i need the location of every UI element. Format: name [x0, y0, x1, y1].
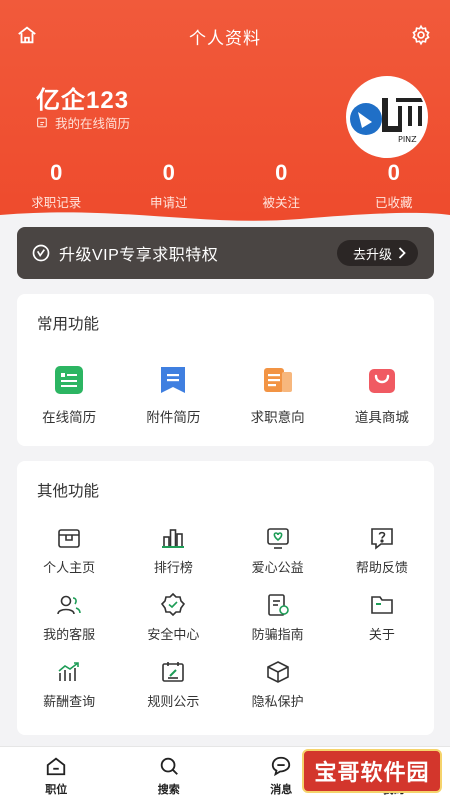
- stat-followed[interactable]: 0 被关注: [225, 160, 338, 211]
- shop-bag-icon: [368, 369, 395, 393]
- home-icon[interactable]: [16, 24, 38, 46]
- guide-icon: [267, 594, 289, 616]
- stat-value: 0: [50, 160, 63, 185]
- home-page-icon: [58, 529, 80, 548]
- resume-link-label: 我的在线简历: [55, 117, 131, 131]
- other-item-anti-fraud-guide[interactable]: 防骗指南: [226, 592, 330, 659]
- other-item-salary-query[interactable]: 薪酬查询: [17, 659, 121, 726]
- search-icon: [160, 757, 178, 775]
- item-label: 规则公示: [147, 694, 200, 709]
- stats-row: 0 求职记录 0 申请过 0 被关注 0 已收藏: [0, 160, 450, 211]
- stat-favorited[interactable]: 0 已收藏: [338, 160, 450, 211]
- upgrade-button[interactable]: 去升级: [336, 240, 418, 266]
- customer-service-icon: [57, 595, 81, 615]
- section-title: 常用功能: [37, 316, 100, 333]
- item-label: 我的客服: [43, 627, 96, 642]
- item-label: 求职意向: [250, 410, 305, 425]
- help-icon: [371, 528, 393, 550]
- nav-jobs[interactable]: 职位: [0, 747, 113, 800]
- empty-slot: [330, 659, 434, 726]
- folder-icon: [371, 596, 393, 614]
- vip-text: 升级VIP专享求职特权: [59, 247, 219, 264]
- item-label: 排行榜: [153, 560, 193, 575]
- common-functions-card: 常用功能 在线简历 附件简历 求职意向 道具商城: [17, 294, 434, 446]
- nav-label: 职位: [45, 784, 68, 796]
- home-icon: [47, 757, 66, 776]
- other-item-personal-home[interactable]: 个人主页: [17, 525, 121, 592]
- other-item-security-center[interactable]: 安全中心: [121, 592, 225, 659]
- avatar[interactable]: PINZ: [346, 76, 428, 158]
- stat-value: 0: [387, 160, 400, 185]
- ranking-icon: [162, 529, 185, 548]
- common-item-prop-shop[interactable]: 道具商城: [330, 364, 434, 426]
- other-item-charity[interactable]: 爱心公益: [226, 525, 330, 592]
- other-item-about[interactable]: 关于: [330, 592, 434, 659]
- avatar-text: PINZ: [398, 135, 417, 144]
- item-label: 隐私保护: [251, 694, 304, 709]
- salary-chart-icon: [58, 662, 79, 681]
- vip-badge-icon: [32, 244, 50, 262]
- message-icon: [272, 756, 291, 777]
- other-item-privacy[interactable]: 隐私保护: [226, 659, 330, 726]
- stat-label: 已收藏: [374, 196, 413, 210]
- stat-value: 0: [275, 160, 288, 185]
- item-label: 在线简历: [42, 410, 97, 425]
- common-item-attachment-resume[interactable]: 附件简历: [121, 364, 225, 426]
- stat-applied[interactable]: 0 申请过: [113, 160, 226, 211]
- other-item-rules[interactable]: 规则公示: [121, 659, 225, 726]
- edit-icon: [37, 117, 47, 128]
- stat-job-records[interactable]: 0 求职记录: [0, 160, 113, 211]
- item-label: 安全中心: [147, 627, 200, 642]
- other-item-help-feedback[interactable]: 帮助反馈: [330, 525, 434, 592]
- other-item-customer-service[interactable]: 我的客服: [17, 592, 121, 659]
- item-label: 爱心公益: [251, 560, 304, 575]
- stat-value: 0: [162, 160, 175, 185]
- page-title: 个人资料: [189, 28, 261, 48]
- nav-label: 消息: [270, 784, 293, 796]
- stat-label: 求职记录: [31, 196, 82, 210]
- attachment-icon: [161, 367, 186, 393]
- section-title: 其他功能: [37, 483, 100, 500]
- item-label: 关于: [368, 627, 395, 642]
- item-label: 防骗指南: [251, 627, 304, 642]
- watermark-logo: 宝哥软件园: [302, 749, 442, 793]
- common-item-job-intent[interactable]: 求职意向: [226, 364, 330, 426]
- other-functions-card: 其他功能 个人主页 排行榜 爱心公益 帮助反馈 我的客服 安全中心 防骗指南 关…: [17, 461, 434, 735]
- heart-icon: [266, 528, 289, 549]
- item-label: 个人主页: [43, 560, 96, 575]
- stat-label: 被关注: [262, 196, 300, 210]
- common-item-online-resume[interactable]: 在线简历: [17, 364, 121, 426]
- nav-search[interactable]: 搜索: [113, 747, 226, 800]
- top-bar: 个人资料: [0, 18, 450, 54]
- chevron-right-icon: [398, 247, 406, 259]
- rules-icon: [162, 662, 185, 682]
- privacy-box-icon: [266, 661, 289, 683]
- security-icon: [161, 592, 186, 617]
- stat-label: 申请过: [149, 196, 188, 210]
- username: 亿企123: [36, 87, 130, 114]
- gear-icon[interactable]: [410, 24, 432, 46]
- item-label: 薪酬查询: [43, 694, 96, 709]
- item-label: 道具商城: [354, 410, 409, 425]
- upgrade-button-label: 去升级: [352, 246, 392, 262]
- intent-icon: [263, 368, 292, 392]
- other-item-ranking[interactable]: 排行榜: [121, 525, 225, 592]
- item-label: 附件简历: [146, 410, 201, 425]
- resume-icon: [55, 366, 84, 394]
- nav-label: 搜索: [157, 784, 180, 796]
- item-label: 帮助反馈: [355, 560, 408, 575]
- online-resume-link[interactable]: 我的在线简历: [36, 113, 130, 132]
- vip-banner[interactable]: 升级VIP专享求职特权 去升级: [17, 227, 434, 279]
